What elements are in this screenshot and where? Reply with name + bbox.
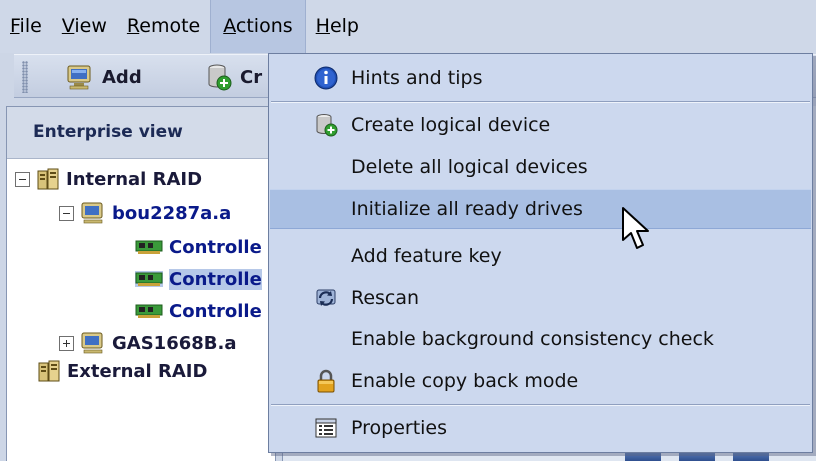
computer-icon: [81, 202, 103, 224]
menu-bar: File View Remote Actions Help: [0, 0, 816, 53]
controller-card-icon: [135, 271, 163, 287]
controller-card-icon: [135, 304, 163, 318]
menu-separator: [271, 101, 810, 103]
menu-remote-rest: emote: [139, 15, 201, 37]
tree-node-controller[interactable]: Controlle: [135, 297, 262, 325]
tree-label: Controlle: [169, 268, 262, 290]
menu-item-label: Enable background consistency check: [351, 328, 714, 350]
enterprise-view-header: Enterprise view: [7, 107, 275, 159]
add-button[interactable]: Add: [66, 61, 142, 93]
tree-node-host[interactable]: GAS1668B.a: [59, 329, 236, 357]
menu-help-rest: elp: [329, 15, 359, 37]
actions-dropdown-menu: Hints and tips Create logical device Del…: [268, 53, 813, 453]
add-button-label: Add: [102, 66, 142, 88]
raid-group-icon: [37, 168, 59, 190]
menu-item-enable-background-consistency-check[interactable]: Enable background consistency check: [270, 319, 811, 359]
menu-help-mnemonic: H: [315, 15, 330, 37]
menu-view[interactable]: View: [52, 0, 117, 53]
menu-item-label: Delete all logical devices: [351, 156, 588, 178]
menu-remote[interactable]: Remote: [117, 0, 210, 53]
menu-view-rest: iew: [74, 15, 107, 37]
menu-file-rest: ile: [19, 15, 42, 37]
menu-item-label: Properties: [351, 417, 448, 439]
menu-help[interactable]: Help: [306, 0, 369, 53]
tree-label: Controlle: [169, 236, 262, 258]
collapse-icon[interactable]: [59, 205, 74, 221]
mouse-pointer-icon: [622, 207, 649, 249]
tree-node-external-raid[interactable]: External RAID: [37, 357, 207, 385]
collapse-icon[interactable]: [15, 171, 30, 187]
menu-item-label: Rescan: [351, 287, 420, 309]
menu-item-add-feature-key[interactable]: Add feature key: [270, 236, 811, 276]
menu-actions-rest: ctions: [235, 15, 293, 37]
create-button-label: Cr: [240, 66, 263, 88]
expand-icon[interactable]: [59, 335, 74, 351]
raid-group-icon: [38, 360, 60, 382]
tree-node-host[interactable]: bou2287a.a: [59, 199, 231, 227]
menu-item-label: Initialize all ready drives: [351, 198, 583, 220]
menu-item-enable-copy-back-mode[interactable]: Enable copy back mode: [270, 361, 811, 401]
enterprise-view-title: Enterprise view: [33, 122, 183, 142]
menu-item-properties[interactable]: Properties: [270, 408, 811, 448]
tree-label: bou2287a.a: [112, 202, 232, 224]
info-icon: [314, 66, 338, 90]
tree-label: External RAID: [67, 360, 208, 382]
toolbar-grip[interactable]: [22, 61, 28, 93]
computer-icon: [81, 332, 103, 354]
create-button[interactable]: Cr: [206, 61, 262, 93]
menu-separator: [271, 404, 810, 406]
menu-item-rescan[interactable]: Rescan: [270, 278, 811, 318]
menu-item-initialize-all-ready-drives[interactable]: Initialize all ready drives: [270, 189, 811, 229]
menu-item-delete-all-logical-devices[interactable]: Delete all logical devices: [270, 147, 811, 187]
menu-item-label: Enable copy back mode: [351, 370, 579, 392]
tree-node-controller[interactable]: Controlle: [135, 233, 262, 261]
lock-icon: [317, 369, 335, 393]
properties-icon: [315, 418, 337, 438]
menu-view-mnemonic: V: [61, 15, 75, 37]
menu-item-label: Hints and tips: [351, 67, 483, 89]
menu-remote-mnemonic: R: [126, 15, 140, 37]
tree-label: Controlle: [169, 300, 262, 322]
menu-item-create-logical-device[interactable]: Create logical device: [270, 105, 811, 145]
menu-actions-mnemonic: A: [223, 15, 236, 37]
create-logical-device-icon: [208, 64, 232, 91]
menu-item-label: Create logical device: [351, 114, 551, 136]
enterprise-view-panel: Enterprise view Internal RAID bou2287a.a…: [6, 106, 276, 461]
controller-card-icon: [135, 240, 163, 254]
menu-item-hints-and-tips[interactable]: Hints and tips: [270, 58, 811, 98]
menu-item-label: Add feature key: [351, 245, 502, 267]
menu-file[interactable]: File: [0, 0, 52, 53]
tree-label: Internal RAID: [66, 168, 203, 190]
tree-node-internal-raid[interactable]: Internal RAID: [15, 165, 202, 193]
menu-actions[interactable]: Actions: [210, 0, 306, 53]
computer-icon: [67, 65, 91, 90]
create-logical-device-icon: [316, 114, 338, 137]
rescan-icon: [316, 289, 336, 306]
menu-file-mnemonic: F: [10, 15, 20, 37]
tree-node-controller-selected[interactable]: Controlle: [135, 265, 262, 293]
tree-label: GAS1668B.a: [112, 332, 237, 354]
